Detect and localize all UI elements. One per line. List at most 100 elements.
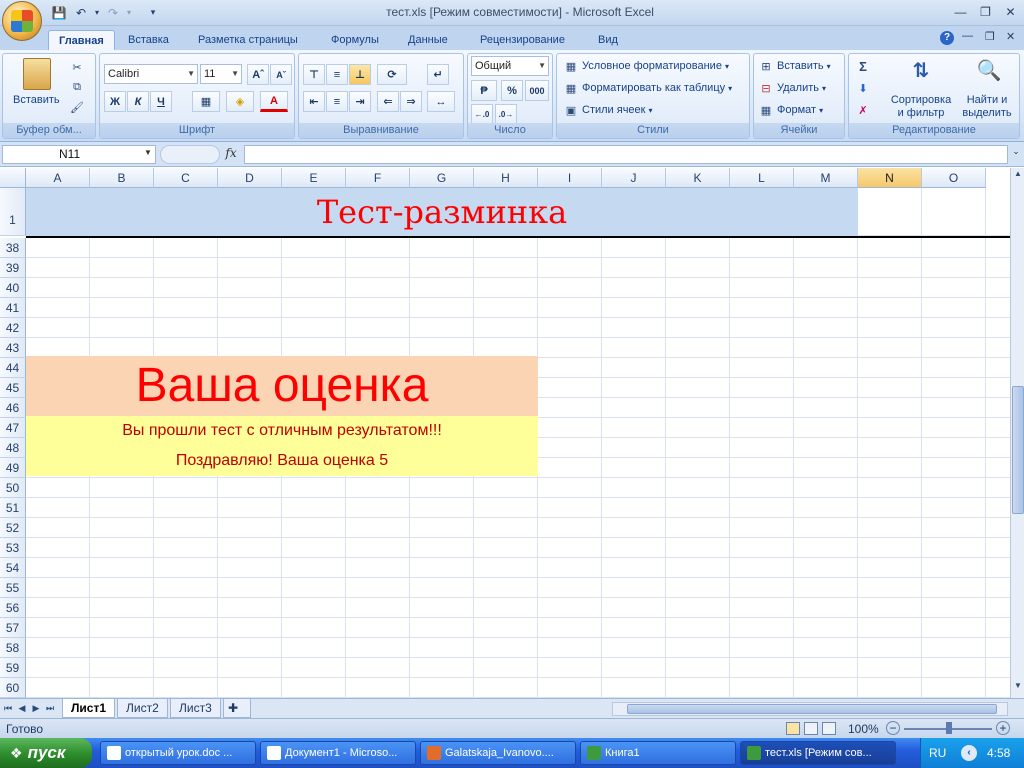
ribbon-restore-icon[interactable]: ❐ xyxy=(985,30,995,43)
number-format-select[interactable]: Общий ▼ xyxy=(471,56,549,76)
tab-home[interactable]: Главная xyxy=(48,30,115,50)
restore-button[interactable]: ❐ xyxy=(973,2,998,22)
first-sheet-icon[interactable]: ⏮ xyxy=(2,701,14,716)
decrease-indent-icon[interactable]: ⇐ xyxy=(377,91,399,112)
task-word-lesson[interactable]: открытый урок.doc ... xyxy=(100,741,256,765)
formula-input[interactable] xyxy=(244,145,1008,164)
task-word-document1[interactable]: Документ1 - Microso... xyxy=(260,741,416,765)
column-header-g[interactable]: G xyxy=(410,168,474,188)
column-header-h[interactable]: H xyxy=(474,168,538,188)
font-name-select[interactable]: Calibri ▼ xyxy=(104,64,198,84)
close-button[interactable]: ✕ xyxy=(998,2,1023,22)
tab-review[interactable]: Рецензирование xyxy=(470,30,575,50)
cell-styles-button[interactable]: ▣ Стили ячеек ▾ xyxy=(563,103,653,117)
fill-down-icon[interactable]: ⬇ xyxy=(855,81,871,95)
sort-filter-button[interactable]: Сортировка и фильтр xyxy=(885,94,957,120)
find-select-button[interactable]: Найти и выделить xyxy=(955,94,1019,120)
insert-function-button[interactable]: fx xyxy=(222,146,240,162)
paste-button[interactable]: Вставить xyxy=(13,94,60,106)
zoom-slider-thumb[interactable] xyxy=(946,722,952,734)
insert-cells-button[interactable]: ⊞ Вставить ▾ xyxy=(758,59,830,73)
column-header-l[interactable]: L xyxy=(730,168,794,188)
row-header-49[interactable]: 49 xyxy=(0,458,26,478)
row-header-39[interactable]: 39 xyxy=(0,258,26,278)
zoom-in-icon[interactable]: + xyxy=(996,721,1010,735)
increase-decimal-icon[interactable]: ←.0 xyxy=(471,104,493,125)
normal-view-icon[interactable] xyxy=(786,722,800,735)
fill-color-icon[interactable]: ◈ xyxy=(226,91,254,112)
wrap-text-icon[interactable]: ↵ xyxy=(427,64,449,85)
customize-qat-icon[interactable]: ▾ xyxy=(144,4,162,21)
increase-indent-icon[interactable]: ⇒ xyxy=(400,91,422,112)
row-header-41[interactable]: 41 xyxy=(0,298,26,318)
font-size-select[interactable]: 11 ▼ xyxy=(200,64,242,84)
redo-dropdown-icon[interactable]: ▾ xyxy=(120,4,138,21)
column-header-j[interactable]: J xyxy=(602,168,666,188)
merge-center-icon[interactable]: ↔ xyxy=(427,91,455,112)
column-header-d[interactable]: D xyxy=(218,168,282,188)
font-color-icon[interactable]: A xyxy=(260,91,288,112)
result-message-box[interactable]: Вы прошли тест с отличным результатом!!!… xyxy=(26,416,538,476)
column-header-i[interactable]: I xyxy=(538,168,602,188)
row-header-43[interactable]: 43 xyxy=(0,338,26,358)
grade-heading[interactable]: Ваша оценка xyxy=(26,356,538,416)
row-header-1[interactable]: 1 xyxy=(0,188,26,236)
conditional-formatting-button[interactable]: ▦ Условное форматирование ▾ xyxy=(563,59,729,73)
row-header-46[interactable]: 46 xyxy=(0,398,26,418)
italic-button[interactable]: К xyxy=(127,91,149,112)
title-banner[interactable]: Тест-разминка xyxy=(26,188,858,236)
row-header-45[interactable]: 45 xyxy=(0,378,26,398)
tab-view[interactable]: Вид xyxy=(588,30,628,50)
scroll-down-icon[interactable]: ▼ xyxy=(1012,681,1024,695)
name-box[interactable]: N11 xyxy=(2,145,156,164)
row-header-60[interactable]: 60 xyxy=(0,678,26,698)
row-header-59[interactable]: 59 xyxy=(0,658,26,678)
column-header-a[interactable]: A xyxy=(26,168,90,188)
row-header-50[interactable]: 50 xyxy=(0,478,26,498)
start-button[interactable]: ❖ пуск xyxy=(0,738,92,768)
decrease-decimal-icon[interactable]: .0→ xyxy=(495,104,517,125)
horizontal-scrollbar[interactable] xyxy=(612,702,1008,716)
delete-cells-button[interactable]: ⊟ Удалить ▾ xyxy=(758,81,826,95)
clear-icon[interactable]: ✗ xyxy=(855,103,871,117)
autosum-icon[interactable]: Σ xyxy=(855,59,871,74)
column-header-n[interactable]: N xyxy=(858,168,922,188)
column-header-b[interactable]: B xyxy=(90,168,154,188)
column-header-o[interactable]: O xyxy=(922,168,986,188)
vertical-scroll-thumb[interactable] xyxy=(1012,386,1024,514)
page-layout-view-icon[interactable] xyxy=(804,722,818,735)
column-header-m[interactable]: M xyxy=(794,168,858,188)
insert-sheet-icon[interactable]: ✚ xyxy=(223,699,251,718)
borders-icon[interactable]: ▦ xyxy=(192,91,220,112)
sheet-tab-3[interactable]: Лист3 xyxy=(170,699,221,718)
format-painter-icon[interactable]: 🖌 xyxy=(69,100,85,114)
shrink-font-icon[interactable]: Aˇ xyxy=(270,64,292,85)
find-select-icon[interactable]: 🔍 xyxy=(969,58,1009,88)
orientation-icon[interactable]: ⟳ xyxy=(377,64,407,85)
sort-filter-icon[interactable]: ⇅ xyxy=(901,58,941,88)
zoom-out-icon[interactable]: − xyxy=(886,721,900,735)
format-as-table-button[interactable]: ▦ Форматировать как таблицу ▾ xyxy=(563,81,732,95)
next-sheet-icon[interactable]: ▶ xyxy=(30,701,42,716)
tab-page-layout[interactable]: Разметка страницы xyxy=(188,30,308,50)
percent-button[interactable]: % xyxy=(501,80,523,101)
row-header-48[interactable]: 48 xyxy=(0,438,26,458)
last-sheet-icon[interactable]: ⏭ xyxy=(44,701,56,716)
row-header-38[interactable]: 38 xyxy=(0,238,26,258)
expand-formula-icon[interactable]: ⌄ xyxy=(1010,146,1022,163)
cut-icon[interactable]: ✂ xyxy=(69,60,85,74)
ribbon-minimize-icon[interactable]: — xyxy=(962,30,973,42)
language-indicator[interactable]: RU xyxy=(929,746,946,760)
scroll-up-icon[interactable]: ▲ xyxy=(1012,169,1024,183)
align-top-icon[interactable]: ⊤ xyxy=(303,64,325,85)
column-header-c[interactable]: C xyxy=(154,168,218,188)
row-header-42[interactable]: 42 xyxy=(0,318,26,338)
ribbon-close-icon[interactable]: ✕ xyxy=(1006,30,1015,43)
tab-formulas[interactable]: Формулы xyxy=(321,30,389,50)
horizontal-scroll-thumb[interactable] xyxy=(627,704,997,714)
zoom-level[interactable]: 100% xyxy=(848,722,879,736)
copy-icon[interactable]: ⧉ xyxy=(69,80,85,94)
help-icon[interactable]: ? xyxy=(940,31,954,45)
align-bottom-icon[interactable]: ⊥ xyxy=(349,64,371,85)
align-middle-icon[interactable]: ≡ xyxy=(326,64,348,85)
